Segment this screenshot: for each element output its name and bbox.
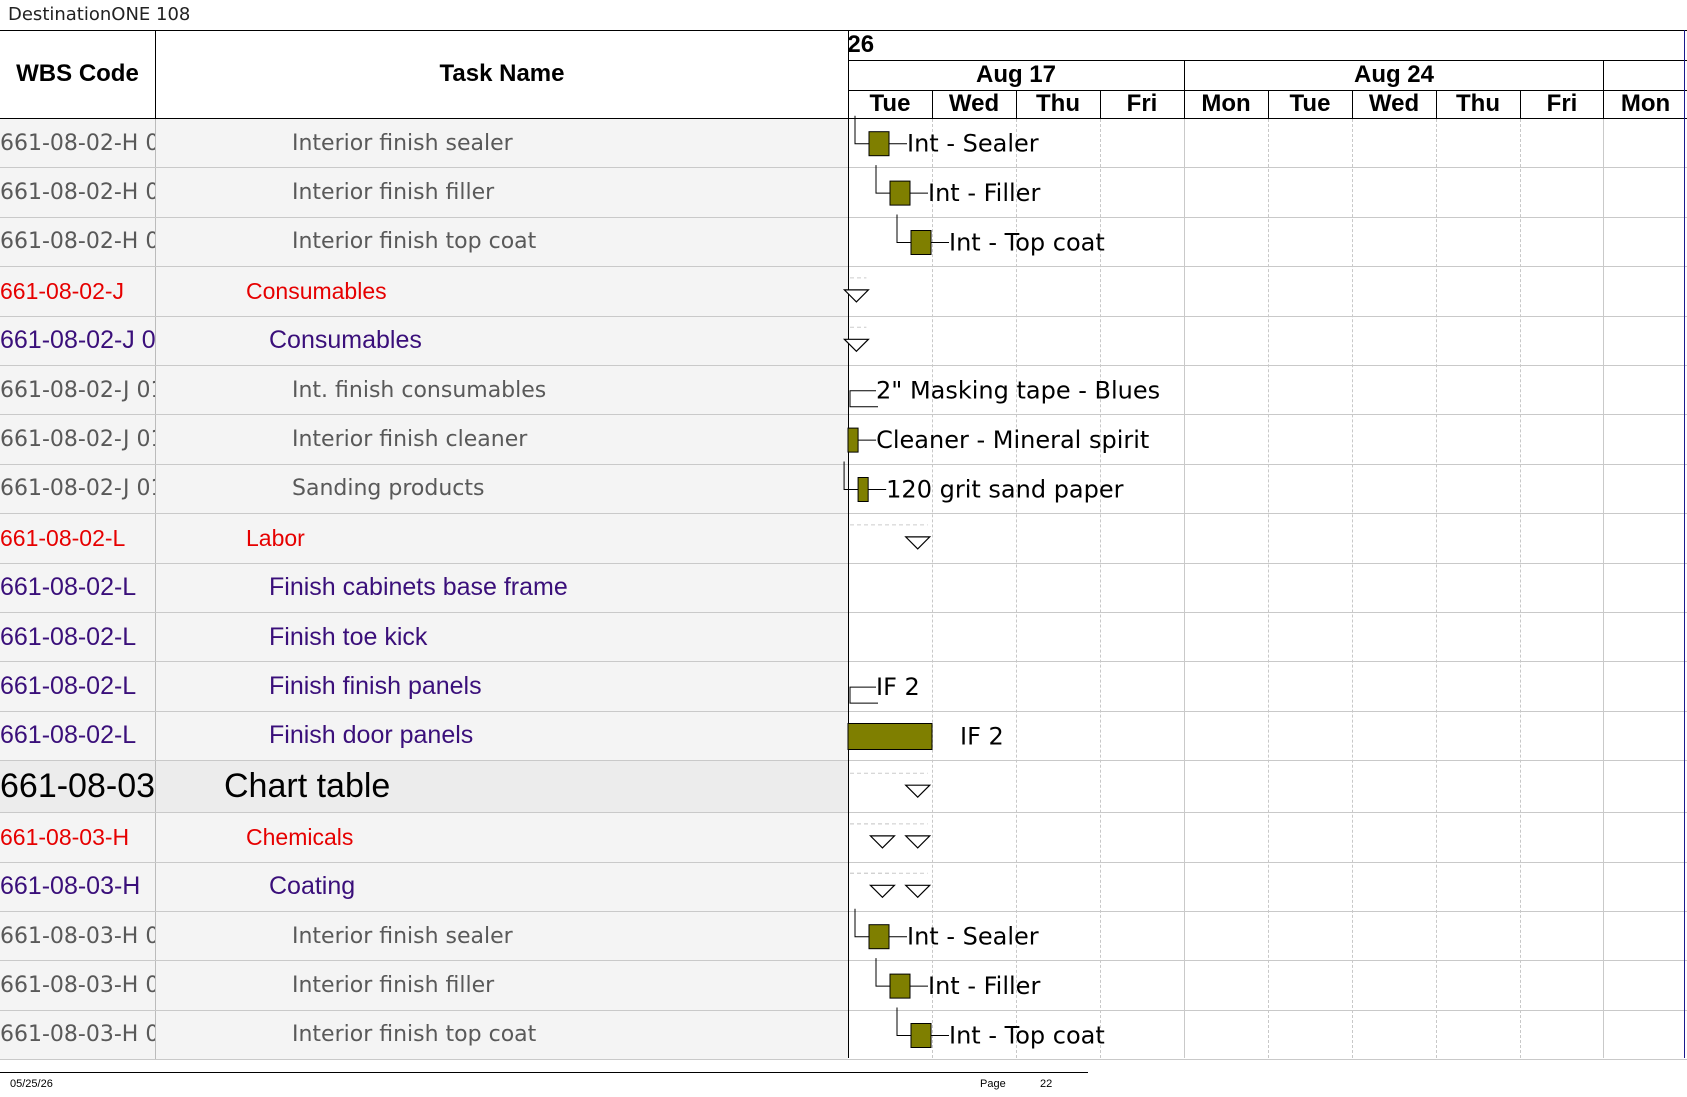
summary-marker[interactable]	[904, 884, 932, 899]
summary-marker[interactable]	[904, 784, 932, 799]
bar-label: IF 2	[960, 723, 1004, 751]
summary-marker[interactable]	[842, 338, 870, 353]
task-bar[interactable]	[868, 131, 890, 157]
task-bar[interactable]	[847, 723, 933, 750]
dependency-connector	[875, 165, 890, 194]
dependency-connector	[896, 214, 911, 243]
footer-rule	[0, 1072, 1088, 1073]
label-leader-line	[849, 390, 878, 408]
bar-label: Int - Filler	[928, 179, 1040, 207]
summary-marker[interactable]	[868, 835, 896, 849]
bar-label: Int - Top coat	[949, 229, 1105, 257]
summary-marker[interactable]	[868, 884, 896, 899]
task-bar[interactable]	[910, 230, 932, 255]
task-bar[interactable]	[868, 924, 890, 950]
bar-label: 120 grit sand paper	[886, 476, 1123, 504]
dependency-connector	[875, 958, 890, 987]
summary-marker[interactable]	[904, 536, 932, 550]
task-bar[interactable]	[857, 477, 869, 502]
label-leader-line	[849, 686, 878, 704]
bar-label: Int - Sealer	[907, 130, 1039, 158]
bar-label: Int - Sealer	[907, 923, 1039, 951]
task-bar[interactable]	[889, 180, 911, 206]
dependency-connector	[896, 1007, 911, 1036]
dependency-connector	[854, 908, 869, 938]
dependency-connector	[854, 115, 869, 145]
bar-label: Int - Filler	[928, 972, 1040, 1000]
task-bar[interactable]	[847, 427, 859, 453]
bar-label: 2" Masking tape - Blues	[876, 377, 1160, 405]
dependency-connector	[843, 461, 859, 490]
gantt-chart: Int - Sealer Int - Filler Int - Top coat 2"…	[842, 115, 1160, 1050]
bar-label: Cleaner - Mineral spirit	[876, 426, 1149, 454]
task-bar[interactable]	[910, 1023, 932, 1048]
bar-label: Int - Top coat	[949, 1022, 1105, 1050]
footer-date: 05/25/26	[10, 1078, 53, 1090]
summary-marker[interactable]	[904, 835, 932, 849]
task-bar[interactable]	[889, 973, 911, 999]
footer-page-label: Page	[980, 1078, 1006, 1090]
footer-page-number: 22	[1040, 1078, 1053, 1090]
bar-label: IF 2	[876, 673, 920, 701]
summary-marker[interactable]	[842, 289, 870, 303]
